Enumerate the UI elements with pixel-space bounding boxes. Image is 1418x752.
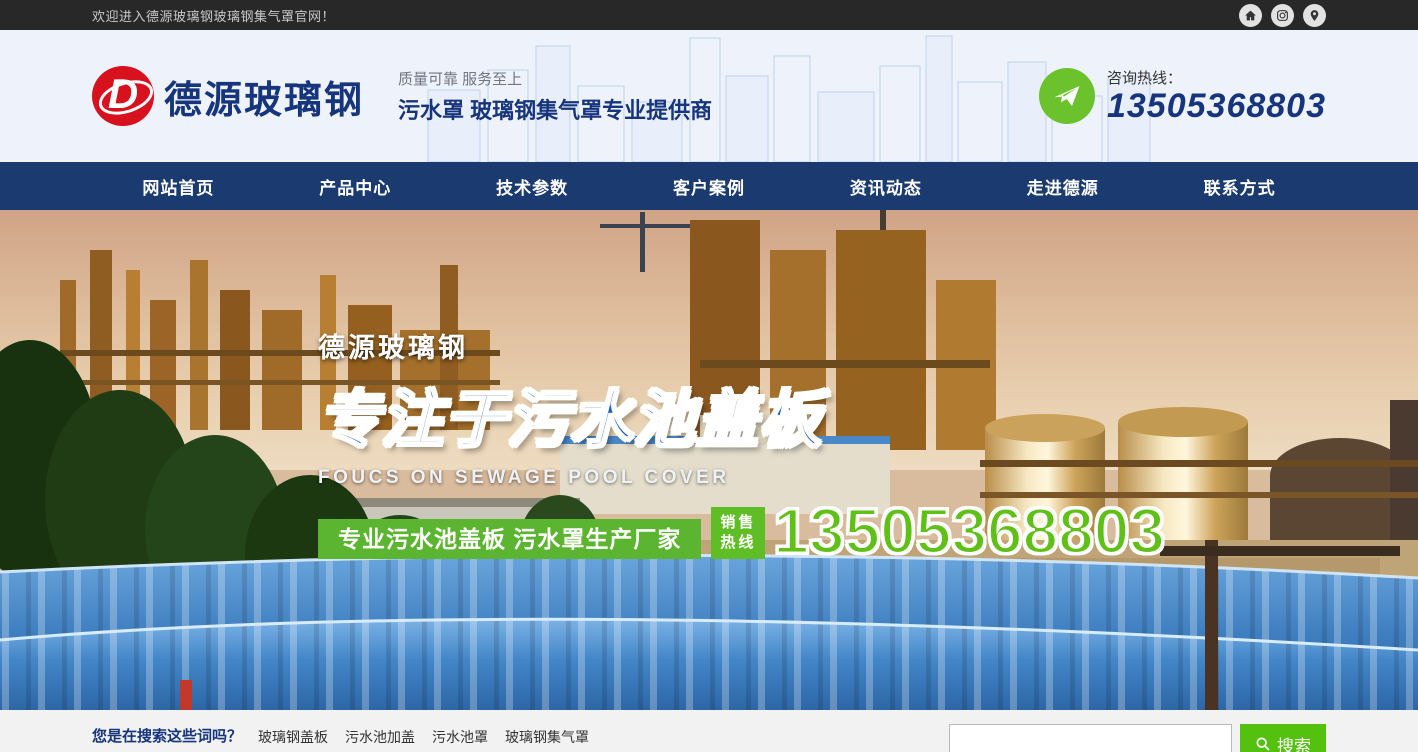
home-icon[interactable] bbox=[1239, 4, 1262, 27]
hero-text-block: 德源玻璃钢 专注于污水池盖板 FOUCS ON SEWAGE POOL COVE… bbox=[318, 326, 1165, 559]
sales-label-top: 销售 bbox=[720, 513, 756, 533]
hero-tagline-banner: 专业污水池盖板 污水罩生产厂家 bbox=[318, 519, 701, 559]
hotline-label: 咨询热线： bbox=[1107, 67, 1326, 88]
hot-search-strip: 您是在搜索这些词吗？ 玻璃钢盖板 污水池加盖 污水池罩 玻璃钢集气罩 搜索 bbox=[0, 710, 1418, 752]
hotline-number: 13505368803 bbox=[1107, 88, 1326, 125]
search-button-label: 搜索 bbox=[1277, 732, 1311, 752]
keyword-link-2[interactable]: 污水池加盖 bbox=[345, 724, 415, 750]
location-pin-icon[interactable] bbox=[1303, 4, 1326, 27]
header-hotline: 咨询热线： 13505368803 bbox=[1039, 67, 1326, 125]
topbar: 欢迎进入德源玻璃钢玻璃钢集气罩官网！ bbox=[0, 0, 1418, 30]
keyword-link-3[interactable]: 污水池罩 bbox=[432, 724, 488, 750]
welcome-text: 欢迎进入德源玻璃钢玻璃钢集气罩官网！ bbox=[92, 6, 335, 25]
search-button[interactable]: 搜索 bbox=[1240, 724, 1326, 752]
nav-item-news[interactable]: 资讯动态 bbox=[797, 162, 974, 210]
sales-label-bottom: 热线 bbox=[720, 533, 756, 553]
nav-item-specs[interactable]: 技术参数 bbox=[444, 162, 621, 210]
logo-d-icon: D bbox=[92, 66, 154, 126]
hero-banner: 德源玻璃钢 专注于污水池盖板 FOUCS ON SEWAGE POOL COVE… bbox=[0, 210, 1418, 710]
paper-plane-icon bbox=[1039, 68, 1095, 124]
hero-subtitle-en: FOUCS ON SEWAGE POOL COVER bbox=[318, 467, 1165, 489]
nav-item-about[interactable]: 走进德源 bbox=[974, 162, 1151, 210]
search-input[interactable] bbox=[949, 724, 1232, 752]
keyword-link-4[interactable]: 玻璃钢集气罩 bbox=[505, 724, 589, 750]
main-nav: 网站首页 产品中心 技术参数 客户案例 资讯动态 走进德源 联系方式 bbox=[0, 162, 1418, 210]
search-prompt: 您是在搜索这些词吗？ bbox=[92, 724, 242, 750]
header-slogan: 质量可靠 服务至上 污水罩 玻璃钢集气罩专业提供商 bbox=[398, 68, 712, 125]
magnifier-icon bbox=[1255, 736, 1271, 752]
nav-item-cases[interactable]: 客户案例 bbox=[621, 162, 798, 210]
company-logo[interactable]: D 德源玻璃钢 bbox=[92, 66, 364, 126]
slogan-small: 质量可靠 服务至上 bbox=[398, 68, 712, 89]
site-header: D 德源玻璃钢 质量可靠 服务至上 污水罩 玻璃钢集气罩专业提供商 咨询热线： … bbox=[0, 30, 1418, 162]
camera-icon[interactable] bbox=[1271, 4, 1294, 27]
nav-item-products[interactable]: 产品中心 bbox=[267, 162, 444, 210]
logo-text: 德源玻璃钢 bbox=[164, 69, 364, 124]
nav-item-contact[interactable]: 联系方式 bbox=[1151, 162, 1328, 210]
slogan-main: 污水罩 玻璃钢集气罩专业提供商 bbox=[398, 93, 712, 125]
keyword-link-1[interactable]: 玻璃钢盖板 bbox=[258, 724, 328, 750]
nav-item-home[interactable]: 网站首页 bbox=[90, 162, 267, 210]
hero-brand: 德源玻璃钢 bbox=[318, 326, 1165, 365]
topbar-social-icons bbox=[1239, 4, 1326, 27]
hot-keywords: 玻璃钢盖板 污水池加盖 污水池罩 玻璃钢集气罩 bbox=[258, 724, 589, 750]
sales-hotline-number: 13505368803 bbox=[773, 503, 1165, 559]
hero-headline: 专注于污水池盖板 bbox=[318, 369, 1165, 459]
sales-hotline-badge: 销售 热线 bbox=[711, 507, 765, 559]
